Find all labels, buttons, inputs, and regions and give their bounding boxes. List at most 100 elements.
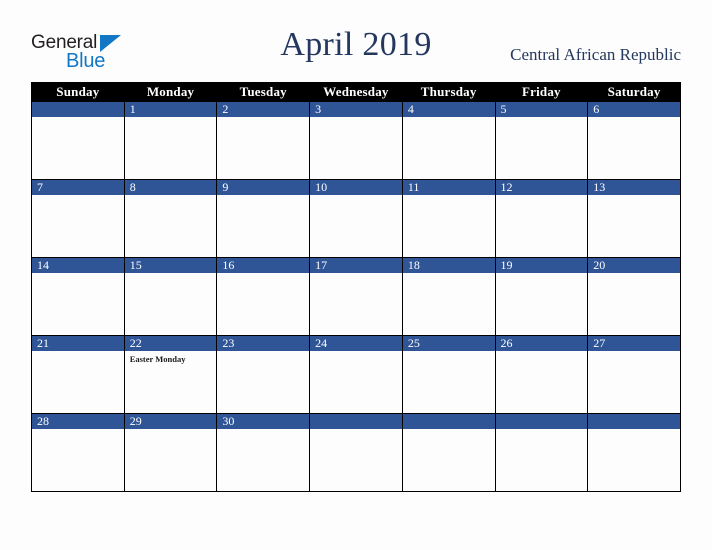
- calendar-day-cell[interactable]: 5: [494, 101, 589, 180]
- calendar-day-cell[interactable]: 30: [216, 413, 311, 492]
- calendar-day-cell[interactable]: 14: [31, 257, 125, 336]
- day-cell-inner: 7: [32, 180, 124, 257]
- day-cell-inner: 17: [310, 258, 402, 335]
- day-cell-inner: 28: [32, 414, 124, 491]
- calendar-day-cell[interactable]: [309, 413, 403, 492]
- calendar-day-cell[interactable]: 9: [216, 179, 311, 258]
- calendar-container: Sunday Monday Tuesday Wednesday Thursday…: [31, 82, 681, 492]
- day-events: [32, 351, 124, 354]
- day-events: [310, 429, 402, 432]
- day-number: 7: [32, 180, 124, 195]
- day-events: [125, 195, 217, 198]
- day-number: 5: [495, 102, 588, 117]
- day-number: [588, 414, 680, 429]
- calendar-day-cell[interactable]: 22 Easter Monday: [123, 335, 218, 414]
- calendar-day-cell[interactable]: 19: [494, 257, 589, 336]
- day-events: [310, 195, 402, 198]
- calendar-day-cell[interactable]: 6: [587, 101, 681, 180]
- calendar-day-cell[interactable]: 24: [309, 335, 403, 414]
- day-events: [403, 195, 495, 198]
- calendar-day-cell[interactable]: 25: [401, 335, 496, 414]
- day-cell-inner: 21: [32, 336, 124, 413]
- day-number: 11: [402, 180, 495, 195]
- calendar-day-cell[interactable]: 18: [401, 257, 496, 336]
- day-events: [588, 429, 680, 432]
- day-number: 23: [217, 336, 310, 351]
- day-number: 6: [588, 102, 680, 117]
- day-events: [125, 273, 217, 276]
- day-number: 17: [310, 258, 402, 273]
- day-number: 29: [124, 414, 217, 429]
- day-cell-inner: 26: [495, 336, 588, 413]
- day-events: [125, 117, 217, 120]
- calendar-day-cell[interactable]: 26: [494, 335, 589, 414]
- day-number: 28: [32, 414, 124, 429]
- day-events: [496, 351, 588, 354]
- calendar-day-cell[interactable]: 7: [31, 179, 125, 258]
- calendar-day-cell[interactable]: 15: [123, 257, 218, 336]
- day-cell-inner: 1: [124, 102, 217, 179]
- day-number: 15: [124, 258, 217, 273]
- weekday-header-wednesday: Wednesday: [309, 82, 403, 102]
- calendar-day-cell[interactable]: 20: [587, 257, 681, 336]
- day-events: [217, 117, 309, 120]
- day-number: 10: [310, 180, 402, 195]
- calendar-day-cell[interactable]: 17: [309, 257, 403, 336]
- calendar-day-cell[interactable]: 16: [216, 257, 311, 336]
- day-cell-inner: 3: [310, 102, 402, 179]
- calendar-week-row: 123456: [31, 101, 681, 180]
- weekday-header-sunday: Sunday: [31, 82, 125, 102]
- day-events: Easter Monday: [125, 351, 217, 365]
- day-cell-inner: [588, 414, 680, 491]
- calendar-day-cell[interactable]: [494, 413, 589, 492]
- day-events: [403, 351, 495, 354]
- day-cell-inner: 12: [495, 180, 588, 257]
- calendar-day-cell[interactable]: 11: [401, 179, 496, 258]
- day-cell-inner: [310, 414, 402, 491]
- calendar-day-cell[interactable]: 10: [309, 179, 403, 258]
- day-events: [217, 429, 309, 432]
- calendar-week-row: 14 15 16 17 18 19 20: [31, 257, 681, 336]
- day-number: 24: [310, 336, 402, 351]
- calendar-week-row: 28 29 30: [31, 413, 681, 492]
- weekday-header-thursday: Thursday: [401, 82, 496, 102]
- day-events: [403, 273, 495, 276]
- calendar-day-cell[interactable]: [401, 413, 496, 492]
- calendar-day-cell[interactable]: 29: [123, 413, 218, 492]
- country-label: Central African Republic: [510, 45, 681, 64]
- holiday-label: Easter Monday: [129, 354, 186, 364]
- calendar-day-cell[interactable]: 27: [587, 335, 681, 414]
- calendar-day-cell[interactable]: 3: [309, 101, 403, 180]
- day-events: [588, 195, 680, 198]
- day-cell-inner: [402, 414, 495, 491]
- calendar-day-cell[interactable]: 23: [216, 335, 311, 414]
- day-cell-inner: 24: [310, 336, 402, 413]
- calendar-week-row: 21 22 Easter Monday 23 24 25 26 27: [31, 335, 681, 414]
- day-cell-inner: 16: [217, 258, 310, 335]
- day-cell-inner: 10: [310, 180, 402, 257]
- day-events: [32, 429, 124, 432]
- day-cell-inner: 8: [124, 180, 217, 257]
- day-cell-inner: 19: [495, 258, 588, 335]
- calendar-day-cell[interactable]: 21: [31, 335, 125, 414]
- day-cell-inner: 9: [217, 180, 310, 257]
- day-events: [588, 273, 680, 276]
- day-cell-inner: 15: [124, 258, 217, 335]
- day-events: [310, 351, 402, 354]
- calendar-day-cell[interactable]: 8: [123, 179, 218, 258]
- calendar-day-cell[interactable]: 28: [31, 413, 125, 492]
- calendar-day-cell[interactable]: 12: [494, 179, 589, 258]
- calendar-day-cell[interactable]: 4: [401, 101, 496, 180]
- calendar-week-row: 7 8 9 10 11 12 13: [31, 179, 681, 258]
- day-number: 30: [217, 414, 310, 429]
- calendar-day-cell[interactable]: 13: [587, 179, 681, 258]
- calendar-day-cell[interactable]: [31, 101, 125, 180]
- calendar-day-cell[interactable]: [587, 413, 681, 492]
- calendar-day-cell[interactable]: 2: [216, 101, 311, 180]
- calendar-day-cell[interactable]: 1: [123, 101, 218, 180]
- calendar-table: Sunday Monday Tuesday Wednesday Thursday…: [31, 82, 681, 492]
- day-events: [403, 429, 495, 432]
- day-cell-inner: 27: [588, 336, 680, 413]
- day-number: 20: [588, 258, 680, 273]
- day-number: 4: [402, 102, 495, 117]
